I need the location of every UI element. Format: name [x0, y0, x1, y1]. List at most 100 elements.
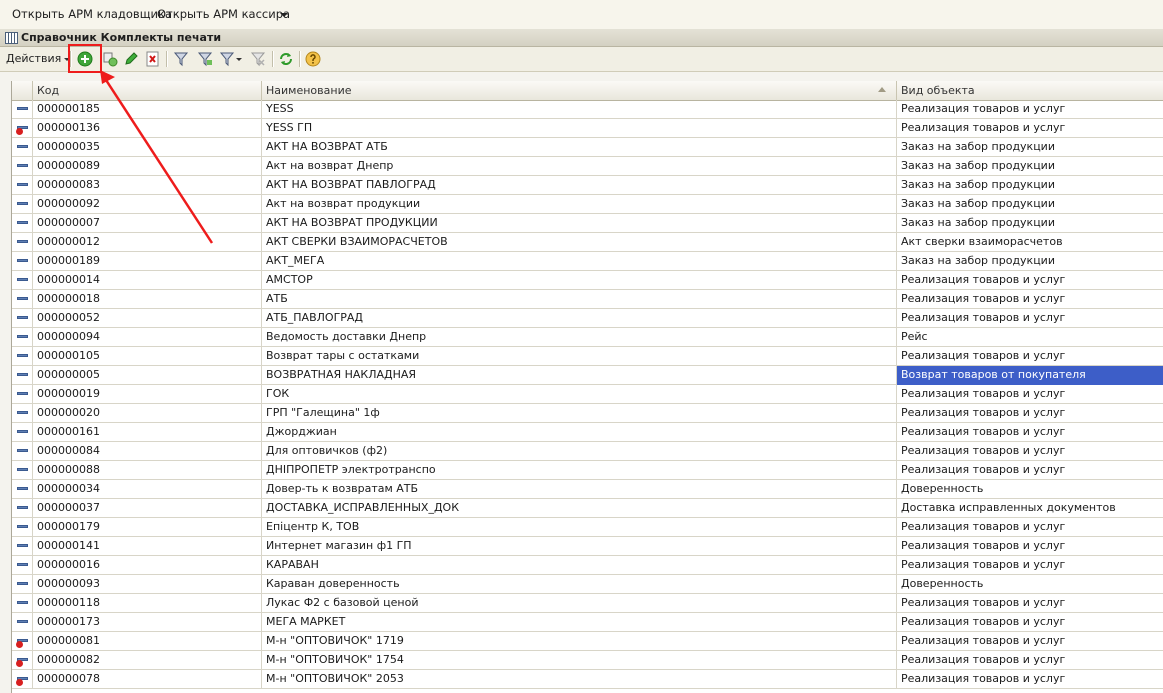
item-icon — [17, 335, 28, 338]
chevron-down-icon[interactable] — [236, 58, 242, 61]
item-icon — [17, 506, 28, 509]
table-row[interactable]: 000000173 МЕГА МАРКЕТ Реализация товаров и… — [12, 613, 1163, 632]
open-warehouse-link[interactable]: Открыть АРМ кладовщика — [12, 7, 172, 21]
item-icon — [17, 297, 28, 300]
cell-code: 000000019 — [33, 385, 262, 404]
item-icon — [17, 316, 28, 319]
cell-name: М-н "ОПТОВИЧОК" 1719 — [262, 632, 897, 651]
row-icon-cell — [12, 252, 33, 271]
cell-name: Епіцентр К, ТОВ — [262, 518, 897, 537]
cell-object-type: Реализация товаров и услуг — [897, 461, 1163, 480]
item-icon — [17, 468, 28, 471]
table-row[interactable]: 000000083 АКТ НА ВОЗВРАТ ПАВЛОГРАД Заказ н… — [12, 176, 1163, 195]
toolbar-separator — [166, 51, 168, 67]
table-row[interactable]: 000000185 YESS Реализация товаров и услуг — [12, 100, 1163, 119]
cell-code: 000000037 — [33, 499, 262, 518]
table-row[interactable]: 000000189 АКТ_МЕГА Заказ на забор продукци… — [12, 252, 1163, 271]
table-row[interactable]: 000000179 Епіцентр К, ТОВ Реализация товар… — [12, 518, 1163, 537]
cell-code: 000000012 — [33, 233, 262, 252]
cell-name: АКТ СВЕРКИ ВЗАИМОРАСЧЕТОВ — [262, 233, 897, 252]
header-code[interactable]: Код — [33, 81, 262, 100]
cell-name: М-н "ОПТОВИЧОК" 1754 — [262, 651, 897, 670]
table-row[interactable]: 000000089 Акт на возврат Днепр Заказ на за… — [12, 157, 1163, 176]
item-icon — [17, 164, 28, 167]
table-row[interactable]: 000000141 Интернет магазин ф1 ГП Реализаци… — [12, 537, 1163, 556]
cell-name: Джорджиан — [262, 423, 897, 442]
filter-icon[interactable] — [173, 51, 189, 67]
table-row[interactable]: 000000078 М-н "ОПТОВИЧОК" 2053 Реализация … — [12, 670, 1163, 689]
table-row[interactable]: 000000019 ГОК Реализация товаров и услуг — [12, 385, 1163, 404]
cell-object-type: Реализация товаров и услуг — [897, 404, 1163, 423]
item-icon — [17, 145, 28, 148]
cell-code: 000000078 — [33, 670, 262, 689]
cell-object-type: Реализация товаров и услуг — [897, 613, 1163, 632]
table-row[interactable]: 000000094 Ведомость доставки Днепр Рейс — [12, 328, 1163, 347]
table-row[interactable]: 000000034 Довер-ть к возвратам АТБ Доверен… — [12, 480, 1163, 499]
table-row[interactable]: 000000136 YESS ГП Реализация товаров и усл… — [12, 119, 1163, 138]
table-row[interactable]: 000000052 АТБ_ПАВЛОГРАД Реализация товаров… — [12, 309, 1163, 328]
actions-menu[interactable]: Действия — [6, 52, 71, 65]
table-row[interactable]: 000000037 ДОСТАВКА_ИСПРАВЛЕННЫХ_ДОК Достав… — [12, 499, 1163, 518]
table-row[interactable]: 000000093 Караван доверенность Доверенност… — [12, 575, 1163, 594]
table-row[interactable]: 000000082 М-н "ОПТОВИЧОК" 1754 Реализация … — [12, 651, 1163, 670]
item-icon — [17, 582, 28, 585]
table-row[interactable]: 000000020 ГРП "Галещина" 1ф Реализация тов… — [12, 404, 1163, 423]
table-row[interactable]: 000000118 Лукас Ф2 с базовой ценой Реализа… — [12, 594, 1163, 613]
cell-name: Для оптовичков (ф2) — [262, 442, 897, 461]
edit-icon[interactable] — [123, 51, 139, 67]
cell-object-type: Доверенность — [897, 575, 1163, 594]
table-row[interactable]: 000000092 Акт на возврат продукции Заказ н… — [12, 195, 1163, 214]
filter-history-icon[interactable] — [219, 51, 235, 67]
header-name[interactable]: Наименование — [262, 81, 897, 100]
cell-object-type: Реализация товаров и услуг — [897, 100, 1163, 119]
cell-code: 000000094 — [33, 328, 262, 347]
table-row[interactable]: 000000081 М-н "ОПТОВИЧОК" 1719 Реализация … — [12, 632, 1163, 651]
cell-code: 000000092 — [33, 195, 262, 214]
cell-code: 000000161 — [33, 423, 262, 442]
cell-name: ДОСТАВКА_ИСПРАВЛЕННЫХ_ДОК — [262, 499, 897, 518]
table-row[interactable]: 000000105 Возврат тары с остатками Реализа… — [12, 347, 1163, 366]
cell-name: Довер-ть к возвратам АТБ — [262, 480, 897, 499]
copy-icon[interactable] — [102, 51, 118, 67]
table-row[interactable]: 000000012 АКТ СВЕРКИ ВЗАИМОРАСЧЕТОВ Акт св… — [12, 233, 1163, 252]
cell-object-type: Акт сверки взаиморасчетов — [897, 233, 1163, 252]
table-row[interactable]: 000000088 ДНІПРОПЕТР электротранспо Реализ… — [12, 461, 1163, 480]
table-row[interactable]: 000000007 АКТ НА ВОЗВРАТ ПРОДУКЦИИ Заказ н… — [12, 214, 1163, 233]
cell-name: YESS ГП — [262, 119, 897, 138]
row-icon-cell — [12, 119, 33, 138]
header-object-type[interactable]: Вид объекта — [897, 81, 1163, 100]
cell-object-type: Реализация товаров и услуг — [897, 290, 1163, 309]
cell-code: 000000118 — [33, 594, 262, 613]
clear-filter-icon[interactable] — [250, 51, 266, 67]
row-icon-cell — [12, 518, 33, 537]
refresh-icon[interactable] — [278, 51, 294, 67]
cell-code: 000000185 — [33, 100, 262, 119]
more-dropdown-icon[interactable] — [280, 13, 288, 17]
help-icon[interactable] — [305, 51, 321, 67]
filter-by-value-icon[interactable] — [197, 51, 213, 67]
row-icon-cell — [12, 556, 33, 575]
item-icon — [17, 392, 28, 395]
delete-icon[interactable] — [145, 51, 161, 67]
table-row[interactable]: 000000161 Джорджиан Реализация товаров и у… — [12, 423, 1163, 442]
table-row[interactable]: 000000005 ВОЗВРАТНАЯ НАКЛАДНАЯ Возврат тов… — [12, 366, 1163, 385]
item-icon — [17, 430, 28, 433]
cell-name: АКТ НА ВОЗВРАТ ПАВЛОГРАД — [262, 176, 897, 195]
table-row[interactable]: 000000014 АМСТОР Реализация товаров и услу… — [12, 271, 1163, 290]
table-row[interactable]: 000000084 Для оптовичков (ф2) Реализация т… — [12, 442, 1163, 461]
sort-ascending-icon — [878, 87, 886, 92]
table-row[interactable]: 000000035 АКТ НА ВОЗВРАТ АТБ Заказ на забо… — [12, 138, 1163, 157]
cell-object-type: Реализация товаров и услуг — [897, 632, 1163, 651]
table-row[interactable]: 000000018 АТБ Реализация товаров и услуг — [12, 290, 1163, 309]
cell-name: АТБ — [262, 290, 897, 309]
cell-object-type: Заказ на забор продукции — [897, 214, 1163, 233]
deleted-item-icon — [16, 677, 28, 686]
table-row[interactable]: 000000016 КАРАВАН Реализация товаров и усл… — [12, 556, 1163, 575]
cell-code: 000000005 — [33, 366, 262, 385]
open-cashier-link[interactable]: Открыть АРМ кассира — [157, 7, 290, 21]
cell-code: 000000020 — [33, 404, 262, 423]
cell-object-type: Реализация товаров и услуг — [897, 385, 1163, 404]
cell-object-type: Реализация товаров и услуг — [897, 518, 1163, 537]
window-title-bar: Справочник Комплекты печати — [0, 29, 1163, 47]
cell-code: 000000083 — [33, 176, 262, 195]
